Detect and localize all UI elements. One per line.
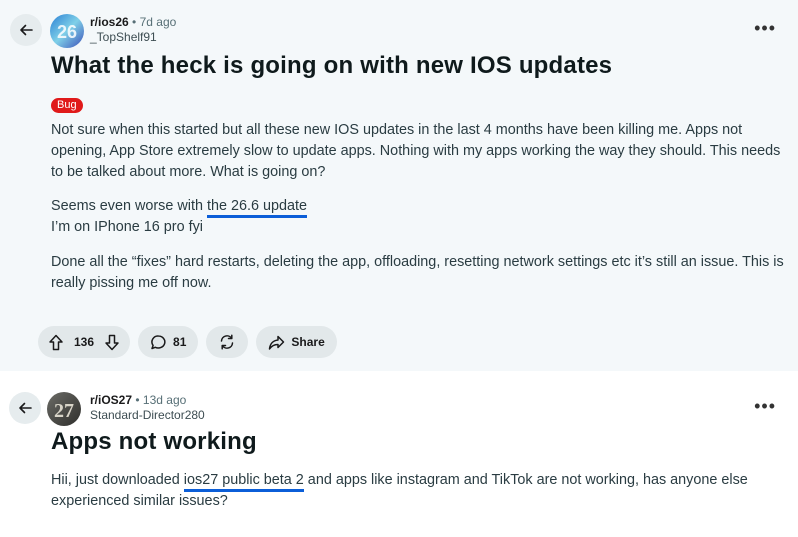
post-card-ios27[interactable]: 27 r/iOS27 • 13d ago Standard-Director28… — [0, 378, 798, 537]
comment-count: 81 — [173, 335, 187, 349]
upvote-count: 136 — [74, 335, 95, 349]
back-button[interactable] — [10, 14, 42, 46]
post-author[interactable]: _TopShelf91 — [90, 30, 176, 45]
more-horizontal-icon: ••• — [754, 396, 776, 416]
post-body-paragraph: Seems even worse with the 26.6 update I’… — [51, 196, 786, 238]
meta-separator: • — [135, 393, 140, 407]
share-label: Share — [291, 335, 325, 349]
post-title: What the heck is going on with new IOS u… — [51, 52, 613, 79]
comments-button[interactable]: 81 — [138, 326, 199, 358]
post-meta: r/ios26 • 7d ago _TopShelf91 — [90, 15, 176, 45]
post-author[interactable]: Standard-Director280 — [90, 408, 205, 423]
arrow-down-icon[interactable] — [104, 334, 120, 351]
crosspost-button[interactable] — [206, 326, 249, 358]
share-arrow-icon — [269, 335, 285, 350]
underlined-text: ios27 public beta 2 — [183, 472, 304, 492]
more-options-button[interactable]: ••• — [754, 397, 776, 415]
arrow-up-icon[interactable] — [48, 334, 64, 351]
post-action-bar: 136 81 Share — [38, 326, 337, 358]
subreddit-avatar[interactable]: 27 — [47, 392, 81, 426]
body-text: I’m on IPhone 16 pro fyi — [51, 219, 203, 235]
post-card-ios26[interactable]: 26 r/ios26 • 7d ago _TopShelf91 ••• What… — [0, 0, 798, 371]
post-title: Apps not working — [51, 428, 257, 455]
arrow-left-icon — [20, 24, 33, 36]
subreddit-name[interactable]: r/ios26 — [90, 15, 129, 29]
body-text: Hii, just downloaded — [51, 472, 184, 488]
meta-separator: • — [132, 15, 137, 29]
comment-bubble-icon — [151, 334, 166, 349]
arrow-left-icon — [19, 402, 32, 414]
post-age: 7d ago — [139, 15, 177, 29]
post-meta: r/iOS27 • 13d ago Standard-Director280 — [90, 393, 205, 423]
underlined-text: the 26.6 update — [206, 198, 307, 218]
more-options-button[interactable]: ••• — [754, 19, 776, 37]
share-button[interactable]: Share — [256, 326, 337, 358]
back-button[interactable] — [9, 392, 41, 424]
refresh-icon — [221, 334, 234, 350]
post-age: 13d ago — [142, 393, 187, 407]
more-horizontal-icon: ••• — [754, 18, 776, 38]
post-flair[interactable]: Bug — [51, 98, 83, 113]
body-text: Seems even worse with — [51, 198, 207, 214]
svg-text:26: 26 — [57, 22, 77, 42]
vote-control: 136 — [38, 326, 131, 358]
subreddit-avatar[interactable]: 26 — [50, 14, 84, 48]
post-body-paragraph: Hii, just downloaded ios27 public beta 2… — [51, 470, 786, 512]
subreddit-name[interactable]: r/iOS27 — [90, 393, 132, 407]
svg-text:27: 27 — [54, 400, 74, 422]
post-body-paragraph: Done all the “fixes” hard restarts, dele… — [51, 254, 784, 291]
post-body-paragraph: Not sure when this started but all these… — [51, 122, 781, 180]
